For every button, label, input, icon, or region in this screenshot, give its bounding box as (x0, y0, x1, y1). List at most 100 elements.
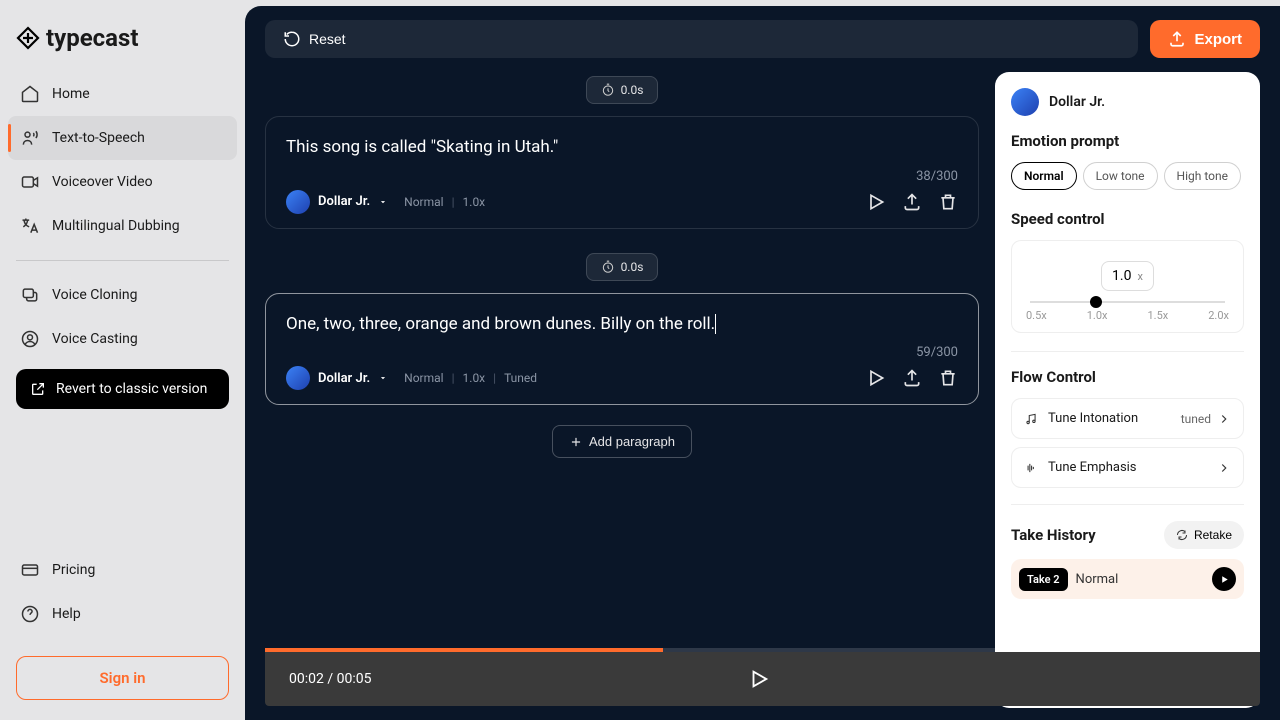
editor-column: 0.0s This song is called "Skating in Uta… (265, 72, 979, 708)
speed-unit: x (1137, 270, 1142, 283)
flow-emphasis[interactable]: Tune Emphasis (1011, 447, 1244, 488)
nav-label: Multilingual Dubbing (52, 218, 180, 234)
nav-main: Home Text-to-Speech Voiceover Video Mult… (0, 72, 245, 248)
add-paragraph-label: Add paragraph (589, 434, 675, 449)
emotion-normal[interactable]: Normal (1011, 162, 1077, 190)
speed-slider[interactable] (1030, 301, 1225, 303)
paragraph-footer: Dollar Jr. Normal | 1.0x | Tuned (286, 366, 958, 390)
nav-dubbing[interactable]: Multilingual Dubbing (8, 204, 237, 248)
delete-button[interactable] (938, 192, 958, 212)
paragraph-block-active[interactable]: One, two, three, orange and brown dunes.… (265, 293, 979, 406)
sidebar: typecast Home Text-to-Speech Voiceover V… (0, 0, 245, 720)
share-button[interactable] (902, 368, 922, 388)
nav-label: Voice Casting (52, 331, 138, 347)
divider (1011, 504, 1244, 505)
logo-icon (16, 26, 40, 50)
speed-value-box: 1.0 x (1026, 261, 1229, 291)
nav-help[interactable]: Help (8, 592, 237, 636)
upload-icon (1168, 30, 1186, 48)
signin-button[interactable]: Sign in (16, 656, 229, 700)
flow-label: Tune Intonation (1048, 411, 1138, 426)
player-time: 00:02 / 00:05 (289, 671, 371, 687)
reset-label: Reset (309, 31, 346, 47)
flow-label: Tune Emphasis (1048, 460, 1137, 475)
nav-label: Home (52, 86, 90, 102)
share-button[interactable] (902, 192, 922, 212)
home-icon (20, 84, 40, 104)
nav-pricing[interactable]: Pricing (8, 548, 237, 592)
nav-label: Text-to-Speech (52, 130, 145, 146)
take-item[interactable]: Take 2 Normal (1011, 559, 1244, 599)
nav-label: Help (52, 606, 81, 622)
chevron-down-icon (378, 197, 388, 207)
avatar (286, 190, 310, 214)
export-button[interactable]: Export (1150, 20, 1260, 58)
paragraph-text[interactable]: One, two, three, orange and brown dunes.… (286, 312, 958, 338)
nav-label: Voiceover Video (52, 174, 153, 190)
play-icon (1219, 574, 1230, 585)
nav-tts[interactable]: Text-to-Speech (8, 116, 237, 160)
voice-selector[interactable]: Dollar Jr. Normal | 1.0x | Tuned (286, 366, 537, 390)
panel-voice-name: Dollar Jr. (1049, 94, 1105, 110)
slider-thumb[interactable] (1090, 296, 1102, 308)
take-play-button[interactable] (1212, 567, 1236, 591)
play-icon (748, 668, 770, 690)
nav-home[interactable]: Home (8, 72, 237, 116)
voice-name: Dollar Jr. (318, 194, 370, 209)
revert-button[interactable]: Revert to classic version (16, 369, 229, 409)
delete-button[interactable] (938, 368, 958, 388)
chevron-right-icon (1217, 412, 1231, 426)
revert-label: Revert to classic version (56, 381, 207, 397)
speed-title: Speed control (1011, 210, 1244, 228)
take-label: Normal (1076, 572, 1212, 587)
divider (16, 260, 229, 261)
nav-cloning[interactable]: Voice Cloning (8, 273, 237, 317)
external-icon (30, 381, 46, 397)
char-count: 38/300 (286, 169, 958, 184)
time-chip[interactable]: 0.0s (586, 76, 659, 104)
time-chip[interactable]: 0.0s (586, 253, 659, 281)
paragraph-footer: Dollar Jr. Normal | 1.0x (286, 190, 958, 214)
play-button[interactable] (866, 368, 886, 388)
nav-voiceover[interactable]: Voiceover Video (8, 160, 237, 204)
voice-speed: 1.0x (463, 371, 486, 385)
stopwatch-icon (601, 83, 615, 97)
speed-value: 1.0 (1112, 268, 1131, 284)
speed-badge[interactable]: 1.0 x (1101, 261, 1154, 291)
add-paragraph-button[interactable]: Add paragraph (552, 425, 692, 458)
emotion-high[interactable]: High tone (1164, 162, 1241, 190)
player-play-button[interactable] (748, 668, 770, 690)
reset-icon (283, 30, 301, 48)
voice-style: Normal (404, 195, 443, 209)
stopwatch-icon (601, 260, 615, 274)
signin-label: Sign in (100, 669, 146, 687)
tts-icon (20, 128, 40, 148)
main: Reset Export 0.0s This song is called "S… (245, 6, 1280, 720)
paragraph-actions (866, 368, 958, 388)
reset-button[interactable]: Reset (265, 20, 1138, 58)
chevron-down-icon (378, 373, 388, 383)
voice-style: Normal (404, 371, 443, 385)
voice-tuned: Tuned (504, 371, 537, 385)
emotion-low[interactable]: Low tone (1083, 162, 1158, 190)
nav-casting[interactable]: Voice Casting (8, 317, 237, 361)
translate-icon (20, 216, 40, 236)
progress-bar[interactable] (265, 648, 1260, 652)
retake-button[interactable]: Retake (1164, 521, 1244, 549)
chevron-right-icon (1217, 461, 1231, 475)
divider (1011, 351, 1244, 352)
right-panel: Dollar Jr. Emotion prompt Normal Low ton… (995, 72, 1260, 708)
panel-header: Dollar Jr. (1011, 88, 1244, 116)
play-button[interactable] (866, 192, 886, 212)
paragraph-block[interactable]: This song is called "Skating in Utah." 3… (265, 116, 979, 229)
voice-selector[interactable]: Dollar Jr. Normal | 1.0x (286, 190, 485, 214)
take-header: Take History Retake (1011, 521, 1244, 549)
voice-speed: 1.0x (463, 195, 486, 209)
avatar (286, 366, 310, 390)
flow-intonation[interactable]: Tune Intonation tuned (1011, 398, 1244, 439)
plus-icon (569, 435, 583, 449)
retake-label: Retake (1194, 528, 1232, 542)
char-count: 59/300 (286, 345, 958, 360)
paragraph-text[interactable]: This song is called "Skating in Utah." (286, 135, 958, 161)
logo[interactable]: typecast (0, 0, 245, 72)
